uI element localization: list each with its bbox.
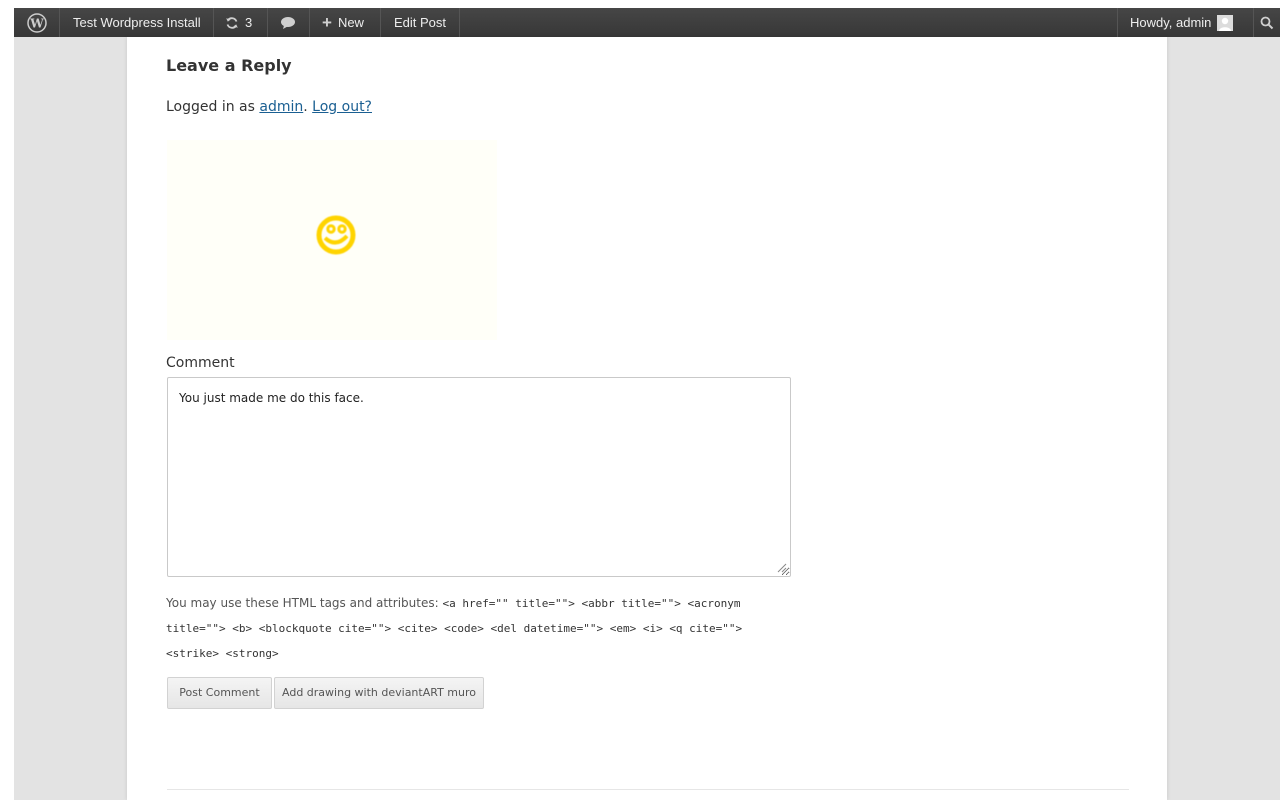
user-avatar-icon — [1217, 14, 1234, 31]
new-label: New — [337, 15, 364, 30]
adminbar-separator — [213, 8, 214, 37]
edit-post-link[interactable]: Edit Post — [394, 8, 446, 37]
logged-in-as: Logged in as admin. Log out? — [166, 99, 372, 115]
allowed-tags-prefix: You may use these HTML tags and attribut… — [166, 596, 443, 610]
my-account-link[interactable]: Howdy, admin — [1130, 8, 1234, 37]
comment-label: Comment — [166, 355, 235, 371]
reply-title: Leave a Reply — [166, 56, 292, 75]
allowed-tags-note: You may use these HTML tags and attribut… — [166, 591, 776, 666]
admin-bar: W Test Wordpress Install 3 + New Edit Po… — [14, 8, 1280, 37]
search-icon[interactable] — [1254, 8, 1280, 37]
svg-text:W: W — [29, 16, 44, 30]
adminbar-separator — [309, 8, 310, 37]
post-comment-button[interactable]: Post Comment — [167, 677, 272, 709]
updates-count: 3 — [245, 15, 253, 30]
comment-bubble-icon — [281, 16, 295, 29]
divider — [167, 789, 1129, 790]
adminbar-separator — [1117, 8, 1118, 37]
site-name-link[interactable]: Test Wordpress Install — [73, 8, 201, 37]
updates-link[interactable]: 3 — [225, 8, 252, 37]
adminbar-separator — [380, 8, 381, 37]
adminbar-separator — [459, 8, 460, 37]
resize-handle-icon[interactable] — [777, 563, 787, 573]
adminbar-separator — [59, 8, 60, 37]
adminbar-separator — [267, 8, 268, 37]
refresh-icon — [226, 16, 238, 29]
new-content-link[interactable]: + New — [322, 8, 364, 37]
logged-in-separator: . — [303, 99, 308, 115]
comment-textarea[interactable]: You just made me do this face. — [167, 377, 791, 577]
drawing-preview — [167, 140, 497, 340]
user-profile-link[interactable]: admin — [259, 99, 303, 115]
howdy-label: Howdy, admin — [1130, 15, 1212, 30]
comment-respond-section: Leave a Reply Logged in as admin. Log ou… — [127, 37, 1167, 800]
logout-link[interactable]: Log out? — [312, 99, 372, 115]
plus-icon: + — [322, 13, 332, 32]
add-drawing-button[interactable]: Add drawing with deviantART muro — [274, 677, 484, 709]
comments-link[interactable] — [280, 8, 296, 37]
logged-in-prefix: Logged in as — [166, 99, 260, 115]
smiley-face-drawing — [316, 215, 356, 255]
browser-viewport: W Test Wordpress Install 3 + New Edit Po… — [14, 8, 1280, 800]
wordpress-logo-icon[interactable]: W — [14, 8, 59, 37]
